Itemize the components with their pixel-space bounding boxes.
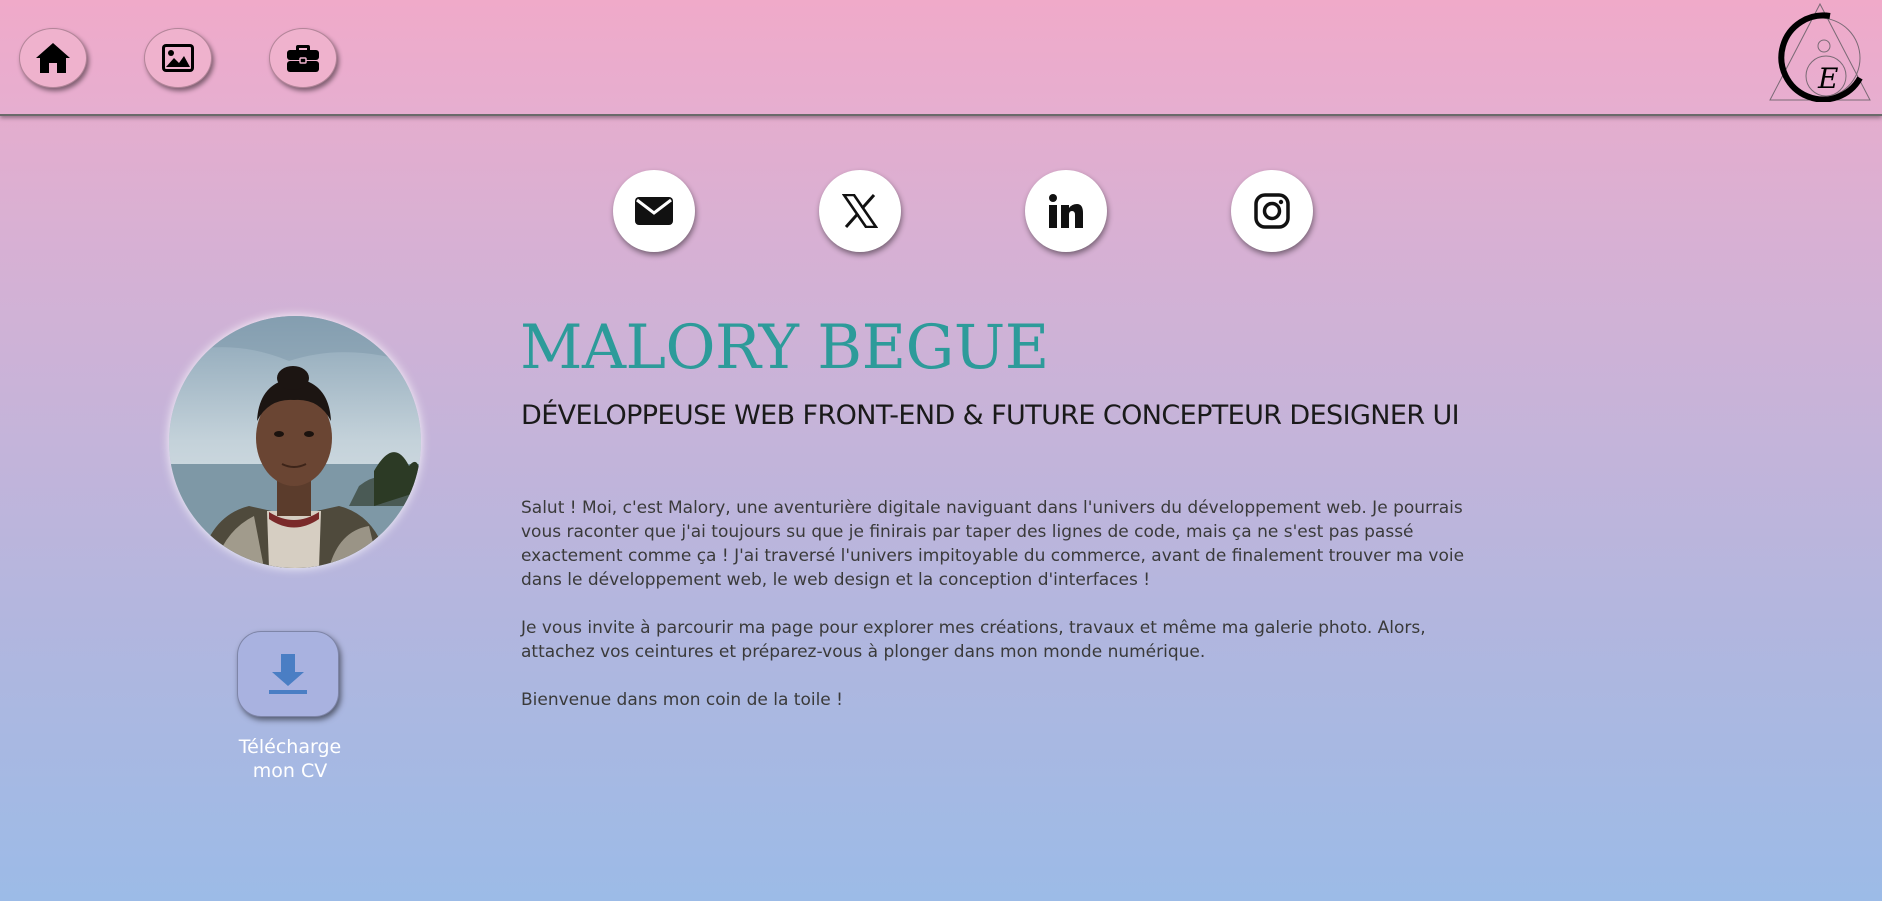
download-icon [269, 654, 307, 694]
instagram-icon [1254, 193, 1290, 229]
briefcase-icon [287, 45, 319, 72]
bio-paragraph: Salut ! Moi, c'est Malory, une aventuriè… [521, 498, 1465, 590]
image-icon [162, 44, 194, 72]
linkedin-icon [1049, 194, 1083, 228]
nav-home-button[interactable] [19, 28, 87, 88]
x-icon [842, 194, 878, 228]
bio-paragraph: Je vous invite à parcourir ma page pour … [521, 618, 1426, 662]
top-navbar: E [0, 0, 1882, 116]
profile-photo [169, 316, 421, 568]
profile-bio: Salut ! Moi, c'est Malory, une aventuriè… [521, 496, 1501, 736]
profile-name: MALORY BEGUE [520, 312, 1049, 383]
bio-paragraph: Bienvenue dans mon coin de la toile ! [521, 690, 843, 710]
profile-title: DÉVELOPPEUSE WEB FRONT-END & FUTURE CONC… [521, 400, 1460, 431]
x-twitter-link[interactable] [819, 170, 901, 252]
nav-work-button[interactable] [269, 28, 337, 88]
logo-mark: E [1769, 2, 1871, 103]
download-cv-button[interactable] [237, 631, 339, 717]
envelope-icon [635, 197, 673, 225]
svg-text:E: E [1817, 62, 1838, 95]
site-logo[interactable]: E [1768, 2, 1872, 103]
instagram-link[interactable] [1231, 170, 1313, 252]
home-icon [36, 43, 70, 73]
nav-gallery-button[interactable] [144, 28, 212, 88]
linkedin-link[interactable] [1025, 170, 1107, 252]
download-cv-label[interactable]: Télécharge mon CV [210, 735, 370, 783]
email-link[interactable] [613, 170, 695, 252]
